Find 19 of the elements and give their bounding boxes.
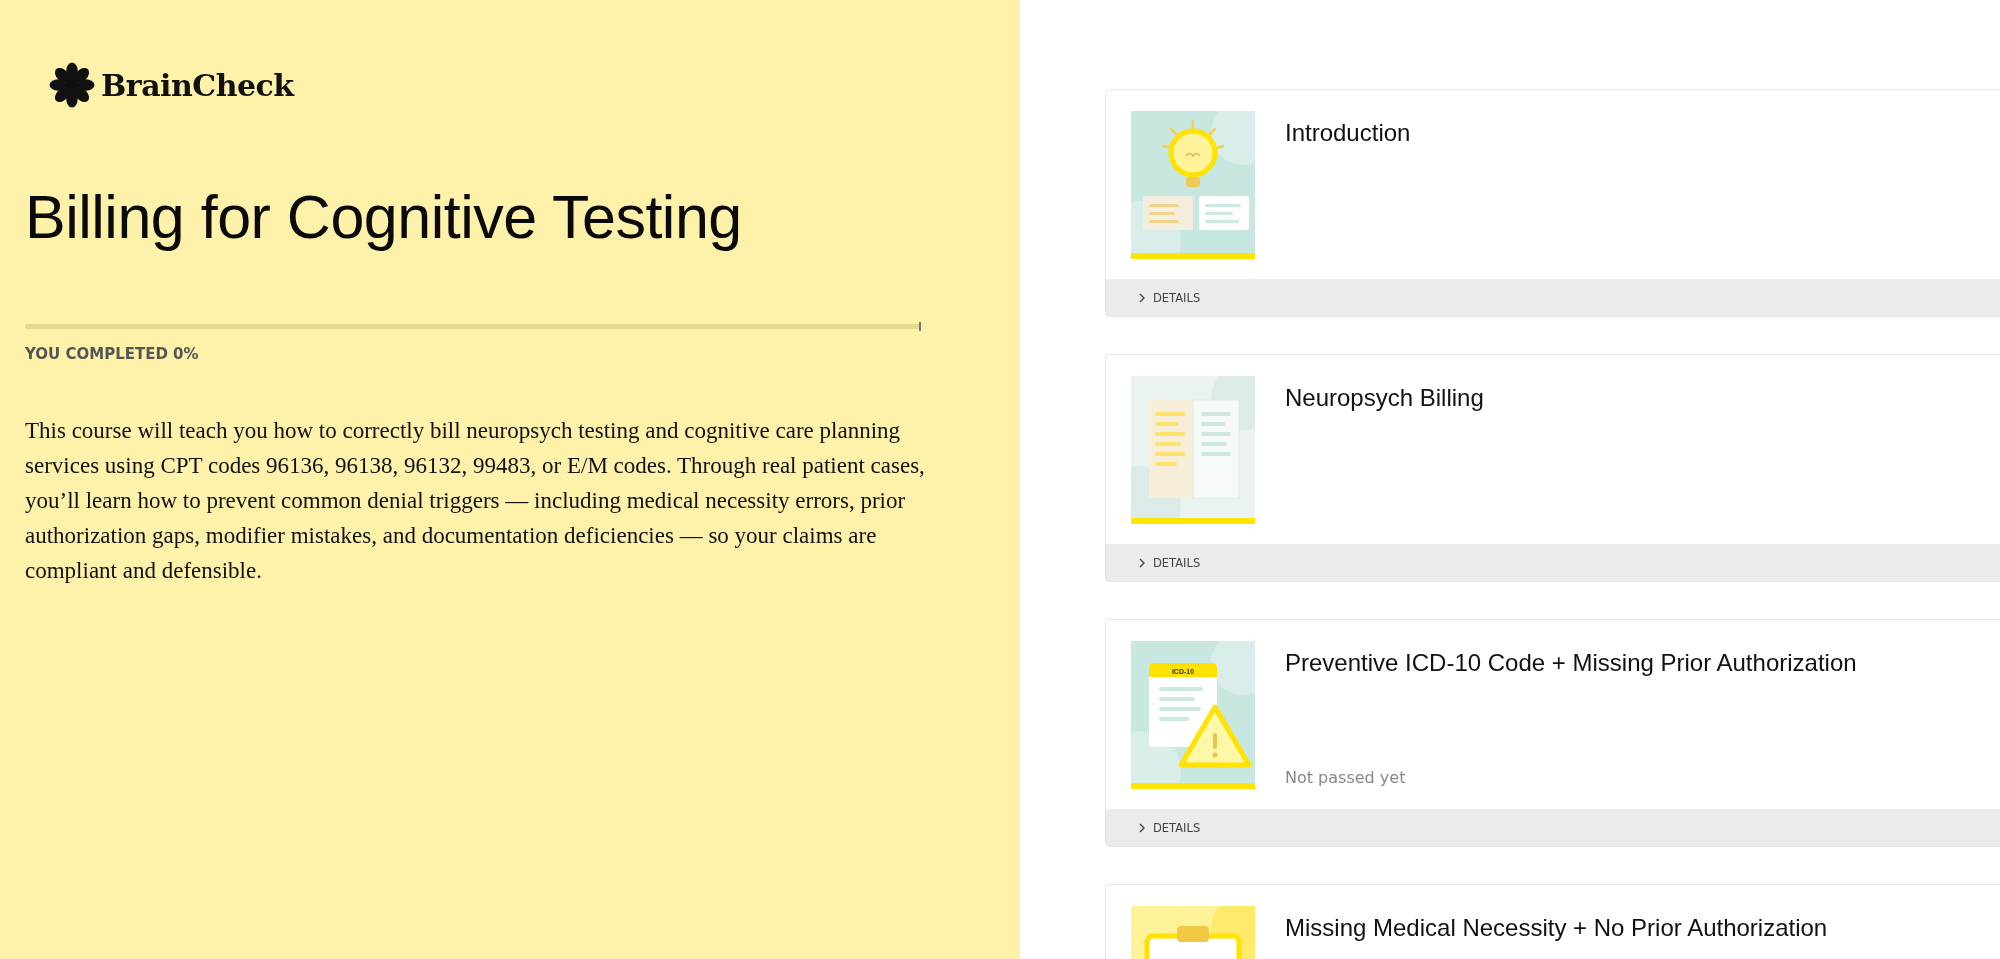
flower-logo-icon bbox=[49, 62, 95, 108]
chevron-icon bbox=[1139, 557, 1145, 568]
course-title: Billing for Cognitive Testing bbox=[25, 182, 743, 253]
details-toggle[interactable]: DETAILS bbox=[1106, 544, 2000, 581]
chevron-icon bbox=[1139, 822, 1145, 833]
course-description: This course will teach you how to correctly bill neuropsych testing and cognitive care planning services using CPT codes 96136, 96138, 96132, 99483, or E/M codes. Through real patient cases, you’ll learn how to prevent common denial triggers — including medical necessity errors, prior authorization gaps, modifier mistakes, and documentation deficiencies — so your claims are compliant and defensible. bbox=[25, 417, 925, 586]
lesson-title[interactable]: Missing Medical Necessity + No Prior Authorization bbox=[1285, 914, 1828, 942]
lesson-card[interactable]: Neuropsych Billing DETAILS bbox=[1105, 354, 2000, 582]
details-toggle[interactable]: DETAILS bbox=[1106, 279, 2000, 316]
details-toggle[interactable]: DETAILS bbox=[1106, 809, 2000, 846]
brand-name[interactable]: BrainCheck bbox=[101, 67, 294, 103]
lesson-card[interactable]: Introduction DETAILS bbox=[1105, 89, 2000, 317]
lesson-title[interactable]: Preventive ICD-10 Code + Missing Prior Authorization bbox=[1285, 649, 1857, 677]
lesson-title[interactable]: Neuropsych Billing bbox=[1285, 384, 1484, 412]
chevron-icon bbox=[1139, 292, 1145, 303]
lesson-status: Not passed yet bbox=[1285, 768, 1407, 789]
lesson-card[interactable]: Missing Medical Necessity + No Prior Authorization bbox=[1105, 884, 2000, 959]
lesson-title[interactable]: Introduction bbox=[1285, 119, 1411, 147]
progress-label: YOU COMPLETED 0% bbox=[25, 345, 200, 364]
